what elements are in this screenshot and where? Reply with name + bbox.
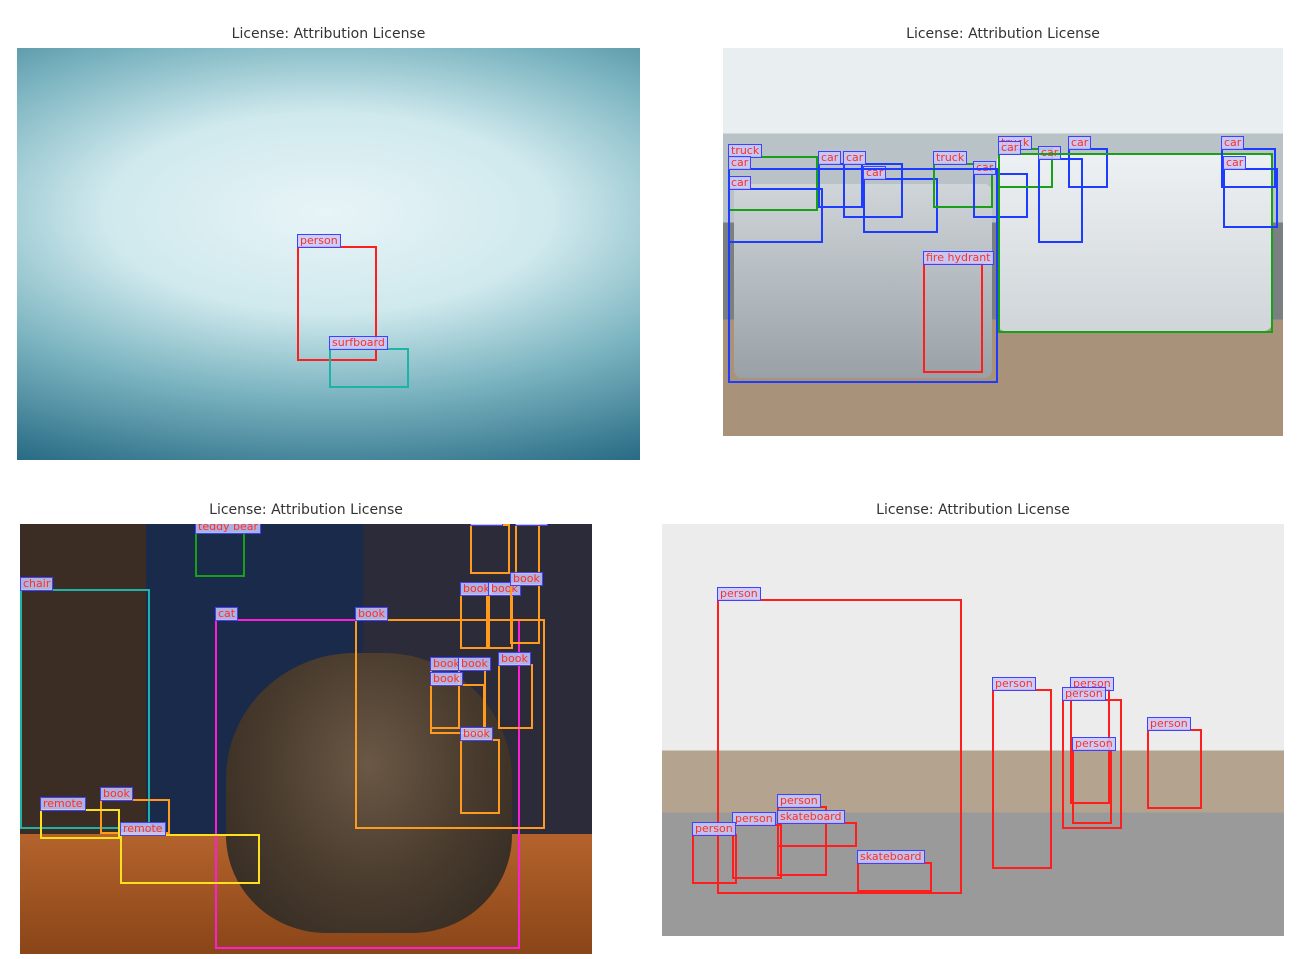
subplot-1-title: License: Attribution License <box>17 26 640 42</box>
subplot-3-image: teddy bearbookbookchaircatbookbookbookbo… <box>20 524 592 954</box>
subplot-1-image: person surfboard <box>17 48 640 460</box>
detection-box: person <box>692 834 737 884</box>
detection-label: truck <box>933 151 967 165</box>
detection-label: person <box>732 812 776 826</box>
detection-box: person <box>732 824 782 879</box>
detection-label: skateboard <box>777 810 845 824</box>
detection-box: person <box>992 689 1052 869</box>
subplot-3: License: Attribution License teddy bearb… <box>20 524 592 954</box>
figure-root: License: Attribution License person surfb… <box>0 0 1315 959</box>
detection-label: car <box>818 151 841 165</box>
subplot-4-title: License: Attribution License <box>662 502 1284 518</box>
detection-label: teddy bear <box>195 524 261 534</box>
detection-box: person <box>1072 749 1112 824</box>
detection-label: car <box>1068 136 1091 150</box>
subplot-2: License: Attribution License truckcarcar… <box>723 48 1283 436</box>
detection-label: book <box>510 572 543 586</box>
detection-label: fire hydrant <box>923 251 994 265</box>
detection-label: cat <box>215 607 238 621</box>
detection-label: book <box>515 524 548 526</box>
detection-label: person <box>1072 737 1116 751</box>
detection-box: fire hydrant <box>923 263 983 373</box>
detection-label: person <box>777 794 821 808</box>
subplot-1: License: Attribution License personsurfb… <box>17 48 640 460</box>
detection-box: person <box>1147 729 1202 809</box>
detection-label: person <box>1147 717 1191 731</box>
detection-label: skateboard <box>857 850 925 864</box>
detection-label: car <box>998 141 1021 155</box>
detection-label: car <box>1221 136 1244 150</box>
detection-label: person <box>992 677 1036 691</box>
subplot-2-image: truckcarcarcarcartruckcartruckcarcarcarc… <box>723 48 1283 436</box>
detection-label: car <box>728 156 751 170</box>
detection-label: book <box>100 787 133 801</box>
detection-label: person <box>692 822 736 836</box>
detection-label: person <box>1062 687 1106 701</box>
detection-label: remote <box>40 797 86 811</box>
detection-label: car <box>1223 156 1246 170</box>
detection-box: teddy bear <box>195 532 245 577</box>
detection-box: remote <box>120 834 260 884</box>
detection-label: chair <box>20 577 53 591</box>
subplot-3-title: License: Attribution License <box>20 502 592 518</box>
detection-box: remote <box>40 809 120 839</box>
detection-box: car <box>1223 168 1278 228</box>
subplot-4-image: personpersonpersonpersonpersonpersonpers… <box>662 524 1284 936</box>
detection-label: car <box>843 151 866 165</box>
detection-box: book <box>470 524 510 574</box>
detection-box: book <box>515 524 540 574</box>
detection-label: person <box>297 234 341 248</box>
detection-label: remote <box>120 822 166 836</box>
detection-label: book <box>470 524 503 526</box>
detection-box: surfboard <box>329 348 409 388</box>
detection-box: skateboard <box>777 822 857 847</box>
detection-label: person <box>717 587 761 601</box>
detection-label: surfboard <box>329 336 388 350</box>
subplot-4: License: Attribution License personperso… <box>662 524 1284 936</box>
subplot-2-title: License: Attribution License <box>723 26 1283 42</box>
detection-box: skateboard <box>857 862 932 892</box>
detection-box: book <box>355 619 545 829</box>
detection-label: book <box>355 607 388 621</box>
